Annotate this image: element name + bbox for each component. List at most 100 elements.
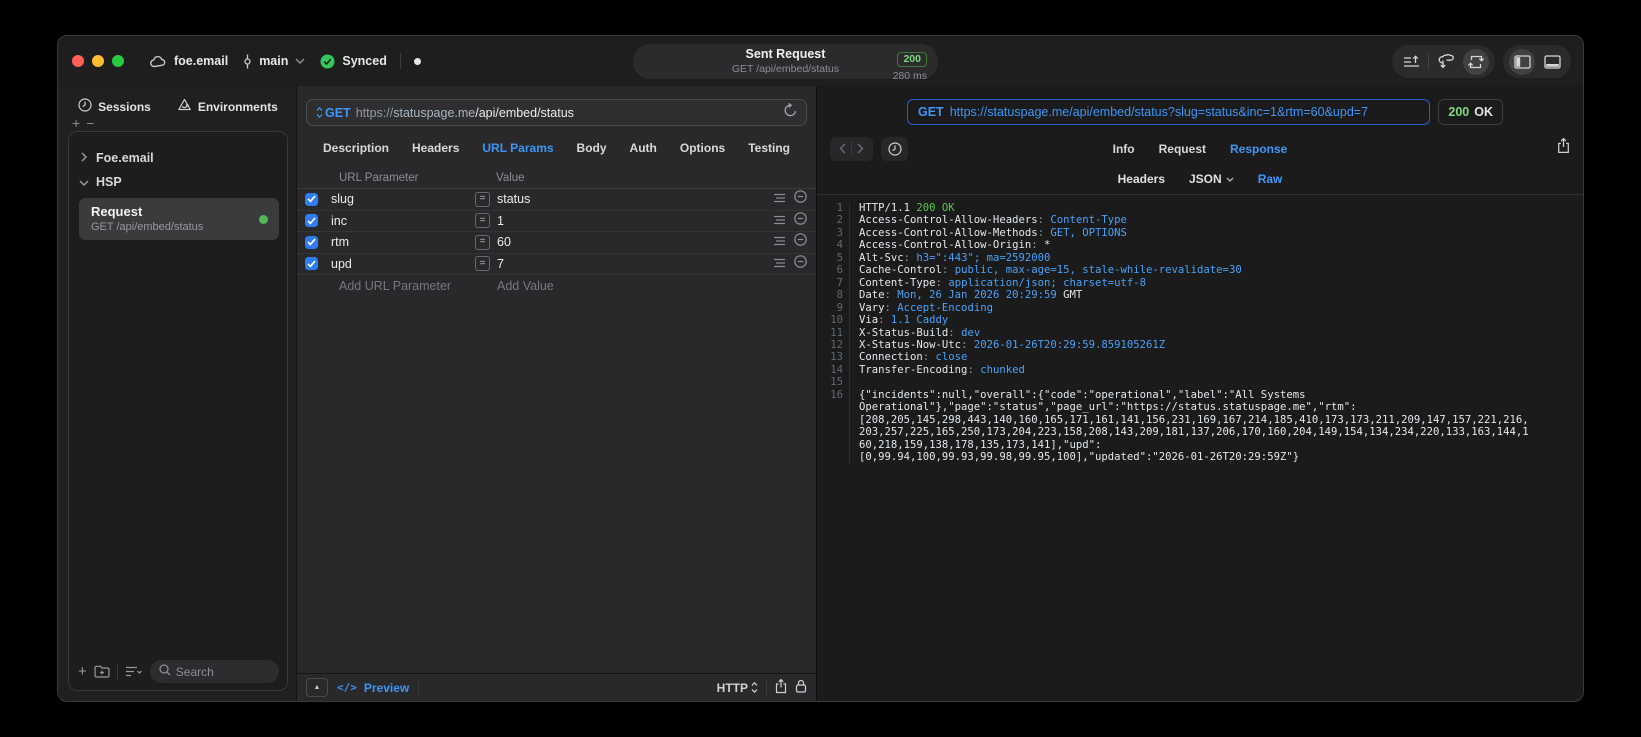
sent-request-pill[interactable]: Sent Request GET /api/embed/status 200 2… (633, 44, 938, 82)
response-tabs: Info Request Response (817, 142, 1583, 156)
line-number (817, 451, 850, 464)
response-raw-body[interactable]: 1 HTTP/1.1 200 OK 2 Access-Control-Allow-He… (817, 195, 1583, 701)
response-subtab-json[interactable]: JSON (1189, 172, 1234, 186)
param-name[interactable]: inc (331, 214, 471, 228)
param-options-icon[interactable] (773, 255, 786, 273)
titlebar-divider (399, 53, 401, 69)
equals-operator-icon[interactable]: = (475, 213, 490, 229)
tab-sessions[interactable]: Sessions (78, 98, 151, 115)
line-number: 2 (817, 214, 850, 227)
project-name[interactable]: foe.email (174, 54, 228, 68)
sort-requests-icon[interactable] (1398, 49, 1424, 75)
chevron-right-icon[interactable] (79, 151, 89, 165)
url-host: statuspage.me (393, 105, 476, 120)
sync-transfer-icon[interactable] (1463, 48, 1489, 75)
response-tab-request[interactable]: Request (1159, 142, 1206, 156)
chevron-down-icon[interactable] (79, 175, 89, 189)
request-tab-description[interactable]: Description (323, 141, 389, 155)
param-checkbox[interactable] (305, 192, 318, 206)
tree-item-label: HSP (96, 175, 122, 189)
request-pane: GET https://statuspage.me/api/embed/stat… (296, 86, 816, 701)
response-line: 1 HTTP/1.1 200 OK (817, 202, 1583, 215)
sidebar-footer-divider (116, 664, 118, 679)
line-number: 4 (817, 239, 850, 252)
param-value[interactable]: status (497, 192, 530, 206)
response-tab-info[interactable]: Info (1113, 142, 1135, 156)
request-tab-testing[interactable]: Testing (748, 141, 790, 155)
equals-operator-icon[interactable]: = (475, 256, 490, 272)
search-input[interactable]: Search (149, 660, 279, 683)
branch-chevron-down-icon[interactable] (295, 58, 305, 64)
param-name[interactable]: rtm (331, 235, 471, 249)
request-tab-url-params[interactable]: URL Params (482, 141, 553, 155)
param-options-icon[interactable] (773, 190, 786, 208)
footer-divider (418, 679, 420, 696)
tree-item-label: Foe.email (96, 151, 154, 165)
add-parameter-row[interactable]: Add URL Parameter Add Value (297, 275, 816, 296)
response-line: 203,257,225,165,250,173,204,223,158,208,… (817, 426, 1583, 439)
preview-button[interactable]: </> Preview (337, 681, 409, 695)
response-subtab-headers[interactable]: Headers (1118, 172, 1165, 186)
new-folder-icon[interactable] (94, 665, 110, 678)
toggle-bottom-panel-icon[interactable] (1539, 49, 1565, 75)
sent-request-url-box[interactable]: GET https://statuspage.me/api/embed/stat… (907, 99, 1431, 125)
param-delete-icon[interactable] (794, 254, 807, 273)
response-line: [0,99.94,100,99.93,99.98,99.95,100],"upd… (817, 451, 1583, 464)
param-value[interactable]: 7 (497, 257, 504, 271)
request-tab-body[interactable]: Body (577, 141, 607, 155)
equals-operator-icon[interactable]: = (475, 234, 490, 250)
add-url-parameter-placeholder[interactable]: Add URL Parameter (339, 279, 451, 293)
share-icon[interactable] (775, 678, 787, 697)
resend-request-icon[interactable] (784, 102, 797, 122)
line-number (817, 413, 850, 427)
param-delete-icon[interactable] (794, 211, 807, 230)
branch-name[interactable]: main (259, 54, 288, 68)
line-number: 6 (817, 264, 850, 277)
param-checkbox[interactable] (305, 257, 318, 271)
lock-icon[interactable] (795, 679, 807, 696)
import-requests-icon[interactable] (1433, 49, 1459, 75)
zoom-window-button[interactable] (112, 55, 124, 67)
request-url-bar[interactable]: GET https://statuspage.me/api/embed/stat… (306, 99, 807, 126)
param-checkbox[interactable] (305, 214, 318, 228)
collapse-panel-button[interactable]: ▲ (306, 678, 328, 697)
tree-item-hsp[interactable]: HSP (79, 170, 279, 194)
param-name[interactable]: upd (331, 257, 471, 271)
add-session-button[interactable]: + (72, 115, 86, 131)
response-tab-response[interactable]: Response (1230, 142, 1287, 156)
line-number: 16 (817, 388, 850, 402)
param-delete-icon[interactable] (794, 190, 807, 208)
method-selector[interactable]: GET (316, 106, 351, 120)
request-url-text[interactable]: https://statuspage.me/api/embed/status (356, 106, 779, 120)
param-name[interactable]: slug (331, 192, 471, 206)
line-number: 14 (817, 363, 850, 377)
method-label: GET (325, 105, 351, 120)
remove-session-button[interactable]: − (86, 115, 100, 131)
param-delete-icon[interactable] (794, 233, 807, 251)
add-value-placeholder[interactable]: Add Value (497, 279, 554, 293)
response-subtab-raw[interactable]: Raw (1258, 172, 1283, 186)
line-number: 12 (817, 338, 850, 352)
tree-item-foe-email[interactable]: Foe.email (79, 146, 279, 170)
protocol-selector[interactable]: HTTP (717, 681, 758, 695)
request-tab-options[interactable]: Options (680, 141, 725, 155)
param-value[interactable]: 60 (497, 235, 511, 249)
param-options-icon[interactable] (773, 212, 786, 230)
response-line: 14 Transfer-Encoding: chunked (817, 363, 1583, 377)
response-line: 3 Access-Control-Allow-Methods: GET, OPTI… (817, 226, 1583, 240)
branch-icon (243, 54, 252, 69)
sort-list-icon[interactable] (125, 666, 143, 677)
minimize-window-button[interactable] (92, 55, 104, 67)
equals-operator-icon[interactable]: = (475, 191, 490, 207)
add-request-button[interactable]: + (78, 663, 87, 680)
param-options-icon[interactable] (773, 233, 786, 251)
tab-environments[interactable]: Environments (177, 98, 278, 115)
request-tab-auth[interactable]: Auth (630, 141, 657, 155)
tree-item-request-selected[interactable]: Request GET /api/embed/status (79, 198, 279, 240)
close-window-button[interactable] (72, 55, 84, 67)
param-value[interactable]: 1 (497, 214, 504, 228)
request-tab-headers[interactable]: Headers (412, 141, 459, 155)
toggle-left-sidebar-icon[interactable] (1509, 48, 1535, 75)
url-scheme: https:// (355, 105, 394, 120)
param-checkbox[interactable] (305, 235, 318, 249)
